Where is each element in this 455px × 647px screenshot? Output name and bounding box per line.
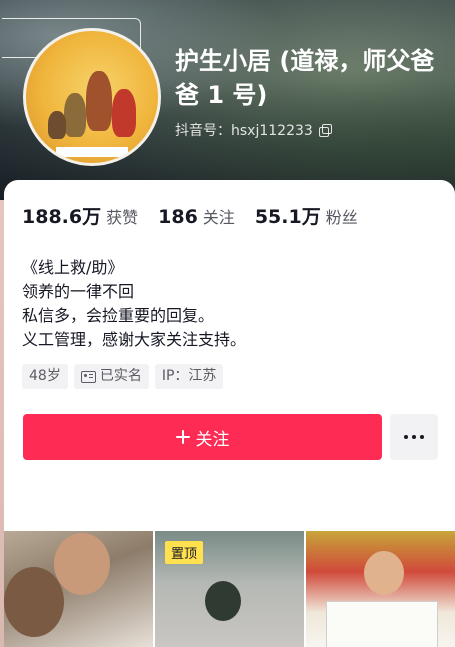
video-thumbnail[interactable]: 置顶 (155, 531, 304, 647)
more-options-button[interactable] (390, 414, 438, 460)
douyin-id-row[interactable]: 抖音号：hsxj112233 (175, 120, 332, 140)
stat-label: 获赞 (106, 208, 139, 227)
pinned-badge: 置顶 (165, 541, 204, 564)
thumbnail-certificate (326, 601, 438, 647)
stat-label: 粉丝 (325, 208, 358, 227)
thumbnail-figure (4, 567, 64, 637)
copy-icon[interactable] (318, 124, 332, 137)
video-grid: 置顶 (4, 531, 455, 647)
stat-following[interactable]: 186 关注 (158, 204, 235, 228)
profile-bio: 《线上救/助》 领养的一律不回 私信多，会捡重要的回复。 义工管理，感谢大家关注… (22, 256, 246, 352)
id-card-icon (80, 370, 96, 383)
avatar-caption-band (56, 147, 128, 157)
stat-value: 55.1万 (254, 206, 321, 228)
bio-line: 领养的一律不回 (22, 282, 135, 301)
thumbnail-figure (364, 551, 404, 595)
profile-stats: 188.6万 获赞 186 关注 55.1万 粉丝 (22, 202, 378, 229)
thumbnail-figure (54, 533, 110, 595)
avatar-figure (48, 111, 66, 139)
verified-tag-label: 已实名 (99, 368, 142, 384)
stat-value: 188.6万 (22, 206, 102, 228)
age-tag: 48岁 (22, 364, 68, 389)
bio-line: 义工管理，感谢大家关注支持。 (22, 330, 247, 349)
avatar[interactable] (23, 28, 161, 166)
profile-tags: 48岁 已实名 IP：江苏 (22, 364, 224, 389)
thumbnail-figure (205, 581, 241, 621)
stat-followers[interactable]: 55.1万 粉丝 (255, 202, 358, 229)
avatar-figure (112, 89, 136, 137)
ip-tag: IP：江苏 (154, 364, 224, 389)
stat-label: 关注 (202, 208, 235, 227)
ip-tag-label: IP：江苏 (161, 368, 217, 384)
video-thumbnail[interactable] (306, 531, 455, 647)
more-dot-icon (412, 435, 416, 439)
age-tag-label: 48岁 (29, 368, 61, 384)
video-thumbnail[interactable] (4, 531, 153, 647)
follow-button[interactable]: 关注 (23, 414, 382, 460)
plus-icon (175, 430, 190, 444)
bio-line: 私信多，会捡重要的回复。 (22, 306, 215, 325)
follow-button-label: 关注 (195, 429, 230, 450)
more-dot-icon (404, 435, 408, 439)
stat-likes[interactable]: 188.6万 获赞 (22, 202, 138, 229)
avatar-figure (64, 93, 86, 137)
verified-tag: 已实名 (73, 364, 149, 389)
bio-line: 《线上救/助》 (22, 258, 124, 277)
douyin-id: 抖音号：hsxj112233 (175, 123, 313, 139)
profile-name: 护生小居 (道禄，师父爸爸 1 号) (175, 47, 435, 109)
stat-value: 186 (158, 206, 198, 228)
more-dot-icon (420, 435, 424, 439)
avatar-figure (86, 71, 112, 131)
